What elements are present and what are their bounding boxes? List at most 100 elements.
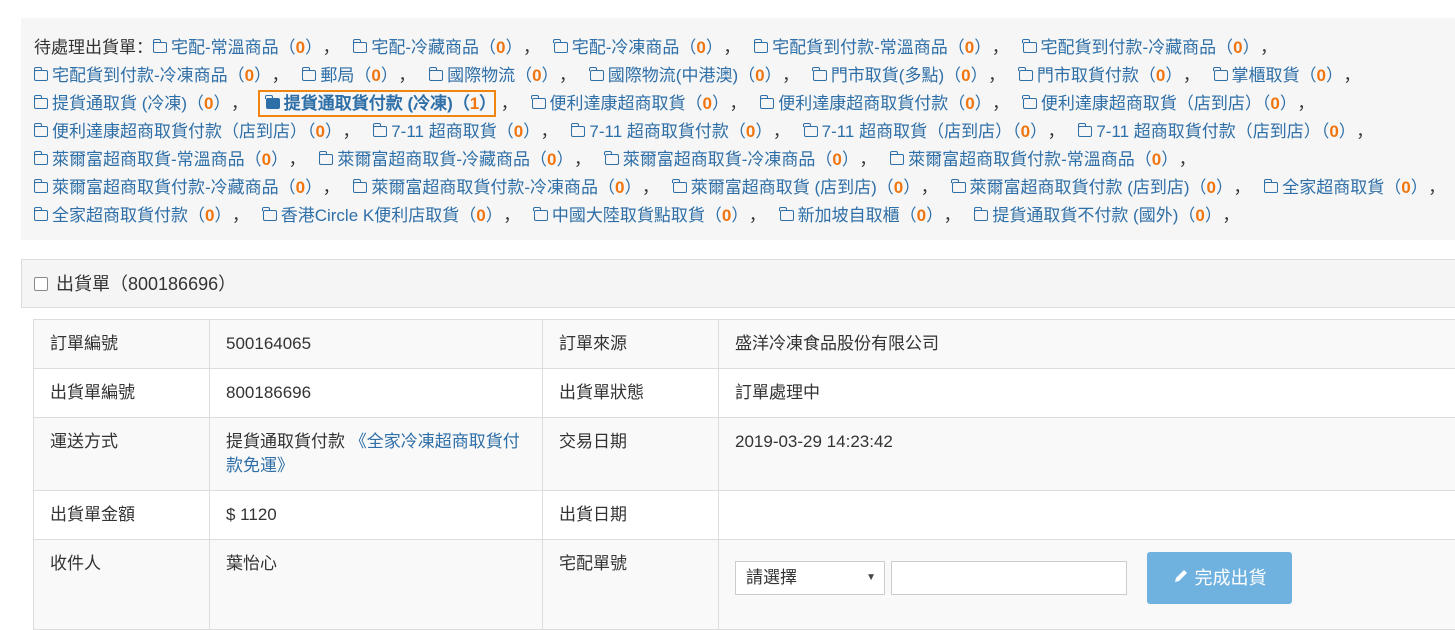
category-count: 0 <box>894 178 903 197</box>
ship-date-label: 出貨日期 <box>543 491 719 540</box>
pending-category-link[interactable]: 萊爾富超商取貨-常溫商品（0） <box>34 150 280 169</box>
pending-category-link[interactable]: 便利達康超商取貨（店到店）（0） <box>1023 94 1288 113</box>
category-count: 0 <box>532 66 541 85</box>
shipment-checkbox[interactable] <box>34 277 48 291</box>
pending-category-link[interactable]: 香港Circle K便利店取貨（0） <box>263 206 494 225</box>
pending-category-link[interactable]: 便利達康超商取貨付款（0） <box>760 94 983 113</box>
category-count: 0 <box>1156 66 1165 85</box>
category-count: 1 <box>470 94 479 113</box>
count-close: ） <box>486 206 495 225</box>
folder-icon <box>353 182 367 193</box>
count-open: （ <box>944 66 961 85</box>
separator: ， <box>749 206 766 225</box>
pending-category-link[interactable]: 7-11 超商取貨（0） <box>373 122 531 141</box>
separator: ， <box>1048 122 1065 141</box>
separator: ， <box>992 94 1009 113</box>
pending-category-link[interactable]: 新加坡自取櫃（0） <box>780 206 935 225</box>
folder-icon <box>590 70 604 81</box>
pending-category-link[interactable]: 7-11 超商取貨付款（店到店）（0） <box>1078 122 1347 141</box>
count-close: ） <box>214 206 223 225</box>
count-open: （ <box>598 178 615 197</box>
pending-category-link[interactable]: 便利達康超商取貨（0） <box>532 94 721 113</box>
pending-category-link[interactable]: 提貨通取貨 (冷凍)（0） <box>34 94 222 113</box>
pending-category-link[interactable]: 全家超商取貨（0） <box>1264 178 1419 197</box>
pending-label: 待處理出貨單： <box>34 38 153 57</box>
separator: ， <box>232 206 249 225</box>
count-open: （ <box>1300 66 1317 85</box>
separator: ， <box>773 122 790 141</box>
count-close: ） <box>557 150 566 169</box>
pending-category-link[interactable]: 門市取貨付款（0） <box>1019 66 1174 85</box>
count-close: ） <box>765 66 774 85</box>
separator: ， <box>944 206 961 225</box>
pending-category-link[interactable]: 萊爾富超商取貨付款 (店到店)（0） <box>952 178 1225 197</box>
pending-category-link[interactable]: 7-11 超商取貨（店到店）（0） <box>804 122 1039 141</box>
folder-icon <box>34 154 48 165</box>
folder-icon <box>153 42 167 53</box>
separator: ， <box>1260 38 1277 57</box>
category-name: 7-11 超商取貨付款 <box>589 122 729 141</box>
category-name: 香港Circle K便利店取貨 <box>281 206 460 225</box>
count-close: ） <box>1161 150 1170 169</box>
pending-category-link[interactable]: 國際物流(中港澳)（0） <box>590 66 773 85</box>
pending-category-link[interactable]: 萊爾富超商取貨 (店到店)（0） <box>673 178 912 197</box>
category-count: 0 <box>1021 122 1030 141</box>
pending-category-link[interactable]: 便利達康超商取貨付款（店到店）（0） <box>34 122 333 141</box>
pending-category-link[interactable]: 國際物流（0） <box>429 66 550 85</box>
category-name: 新加坡自取櫃 <box>798 206 900 225</box>
table-row: 出貨單金額 $ 1120 出貨日期 <box>34 491 1455 540</box>
count-open: （ <box>1139 66 1156 85</box>
count-close: ） <box>1326 66 1335 85</box>
pending-category-link[interactable]: 萊爾富超商取貨-冷藏商品（0） <box>319 150 565 169</box>
folder-icon <box>1019 70 1033 81</box>
count-open: （ <box>307 122 316 141</box>
pending-category-link[interactable]: 宅配-冷藏商品（0） <box>353 38 514 57</box>
category-count: 0 <box>1401 178 1410 197</box>
tracking-label: 宅配單號 <box>543 540 719 630</box>
category-count: 0 <box>1207 178 1216 197</box>
pending-category-link[interactable]: 宅配-常溫商品（0） <box>153 38 314 57</box>
count-close: ） <box>479 94 488 113</box>
pending-category-link[interactable]: 中國大陸取貨點取貨（0） <box>534 206 740 225</box>
pending-category-link[interactable]: 提貨通取貨付款 (冷凍)（1） <box>262 94 492 113</box>
pending-category-link[interactable]: 提貨通取貨不付款 (國外)（0） <box>974 206 1213 225</box>
pending-category-link[interactable]: 萊爾富超商取貨付款-冷藏商品（0） <box>34 178 314 197</box>
separator: ， <box>1179 150 1196 169</box>
pending-category-link[interactable]: 萊爾富超商取貨付款-常溫商品（0） <box>890 150 1170 169</box>
count-open: （ <box>1384 178 1401 197</box>
separator: ， <box>1428 178 1445 197</box>
folder-icon <box>571 126 585 137</box>
complete-shipment-button[interactable]: 完成出貨 <box>1147 552 1292 604</box>
category-name: 萊爾富超商取貨付款-冷凍商品 <box>371 178 598 197</box>
count-close: ） <box>975 94 984 113</box>
folder-icon <box>605 154 619 165</box>
folder-icon <box>754 42 768 53</box>
category-name: 萊爾富超商取貨付款 (店到店) <box>970 178 1190 197</box>
count-open: （ <box>679 38 696 57</box>
pending-category-link[interactable]: 宅配貨到付款-常溫商品（0） <box>754 38 983 57</box>
pending-category-link[interactable]: 7-11 超商取貨付款（0） <box>571 122 763 141</box>
pending-category-link[interactable]: 門市取貨(多點)（0） <box>813 66 979 85</box>
tracking-number-input[interactable] <box>891 561 1127 595</box>
category-name: 7-11 超商取貨 <box>391 122 497 141</box>
category-name: 7-11 超商取貨付款（店到店） <box>1096 122 1321 141</box>
count-close: ） <box>1216 178 1225 197</box>
pending-category-link[interactable]: 宅配貨到付款-冷藏商品（0） <box>1023 38 1252 57</box>
category-count: 0 <box>1152 150 1161 169</box>
pending-category-link[interactable]: 宅配-冷凍商品（0） <box>554 38 715 57</box>
folder-icon <box>429 70 443 81</box>
pending-category-link[interactable]: 郵局（0） <box>302 66 389 85</box>
carrier-select[interactable]: 請選擇▼ <box>735 561 885 595</box>
pending-category-link[interactable]: 萊爾富超商取貨-冷凍商品（0） <box>605 150 851 169</box>
count-open: （ <box>453 94 470 113</box>
pending-category-link[interactable]: 全家超商取貨付款（0） <box>34 206 223 225</box>
pending-category-link[interactable]: 宅配貨到付款-冷凍商品（0） <box>34 66 263 85</box>
pending-category-link[interactable]: 掌櫃取貨（0） <box>1214 66 1335 85</box>
separator: ， <box>323 178 340 197</box>
table-row: 訂單編號 500164065 訂單來源 盛洋冷凍食品股份有限公司 <box>34 320 1455 369</box>
category-count: 0 <box>961 66 970 85</box>
pending-category-link[interactable]: 萊爾富超商取貨付款-冷凍商品（0） <box>353 178 633 197</box>
folder-icon <box>813 70 827 81</box>
folder-icon <box>804 126 818 137</box>
folder-icon <box>952 182 966 193</box>
